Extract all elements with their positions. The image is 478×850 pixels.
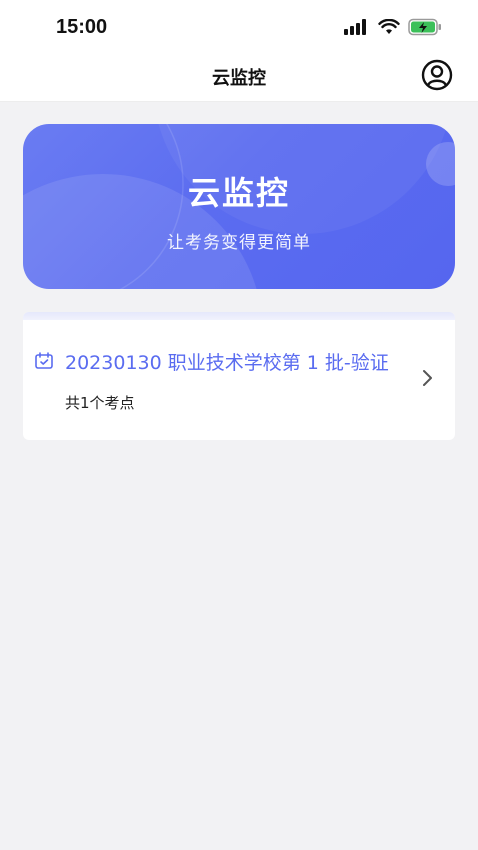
status-time: 15:00	[56, 16, 108, 38]
exam-batch-card[interactable]: 20230130 职业技术学校第 1 批-验证 共1个考点	[23, 312, 455, 440]
exam-batch-title: 20230130 职业技术学校第 1 批-验证	[65, 352, 389, 374]
nav-bar: 云监控	[0, 56, 478, 102]
chevron-right-icon	[421, 368, 435, 388]
wifi-icon	[378, 18, 400, 39]
calendar-check-icon	[34, 351, 54, 371]
hero-banner: 云监控 让考务变得更简单	[23, 124, 455, 289]
hero-subtitle: 让考务变得更简单	[167, 233, 311, 253]
card-top-band	[23, 312, 455, 320]
exam-site-count: 共1个考点	[65, 394, 135, 412]
page-title: 云监控	[212, 68, 266, 89]
hero-title: 云监控	[187, 174, 290, 212]
battery-charging-icon	[408, 18, 442, 40]
status-bar: 15:00	[0, 0, 478, 56]
user-circle-icon	[421, 59, 453, 95]
status-icons	[344, 18, 442, 40]
cellular-signal-icon	[344, 19, 370, 39]
profile-button[interactable]	[420, 59, 454, 95]
